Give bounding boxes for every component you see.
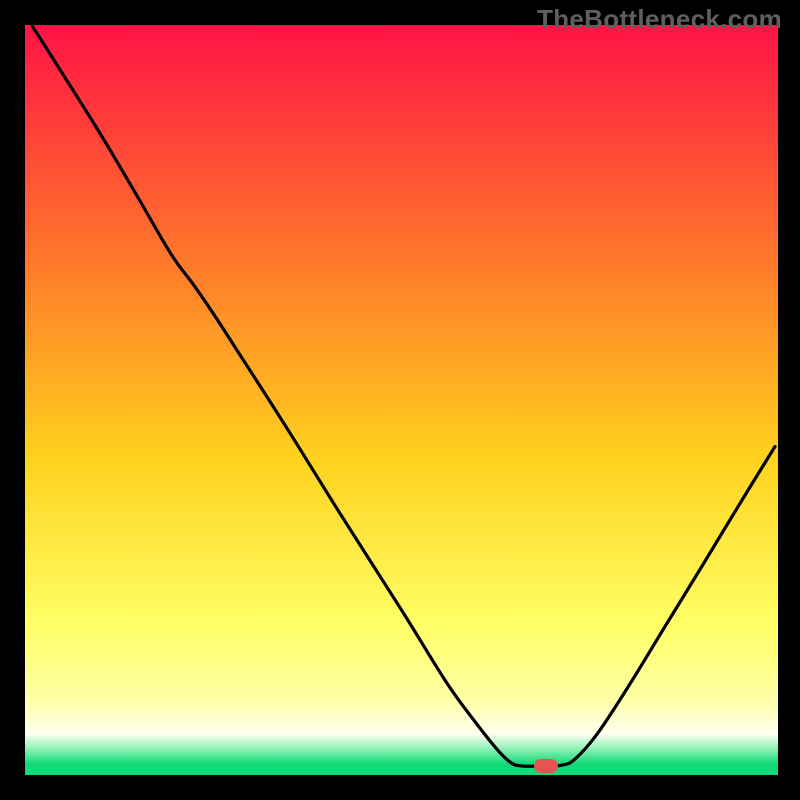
chart-stage: TheBottleneck.com [0, 0, 800, 800]
curve-path [33, 27, 776, 767]
curve-svg [25, 25, 778, 775]
plot-area [25, 25, 778, 775]
watermark-text: TheBottleneck.com [537, 4, 782, 35]
min-marker [534, 759, 558, 773]
